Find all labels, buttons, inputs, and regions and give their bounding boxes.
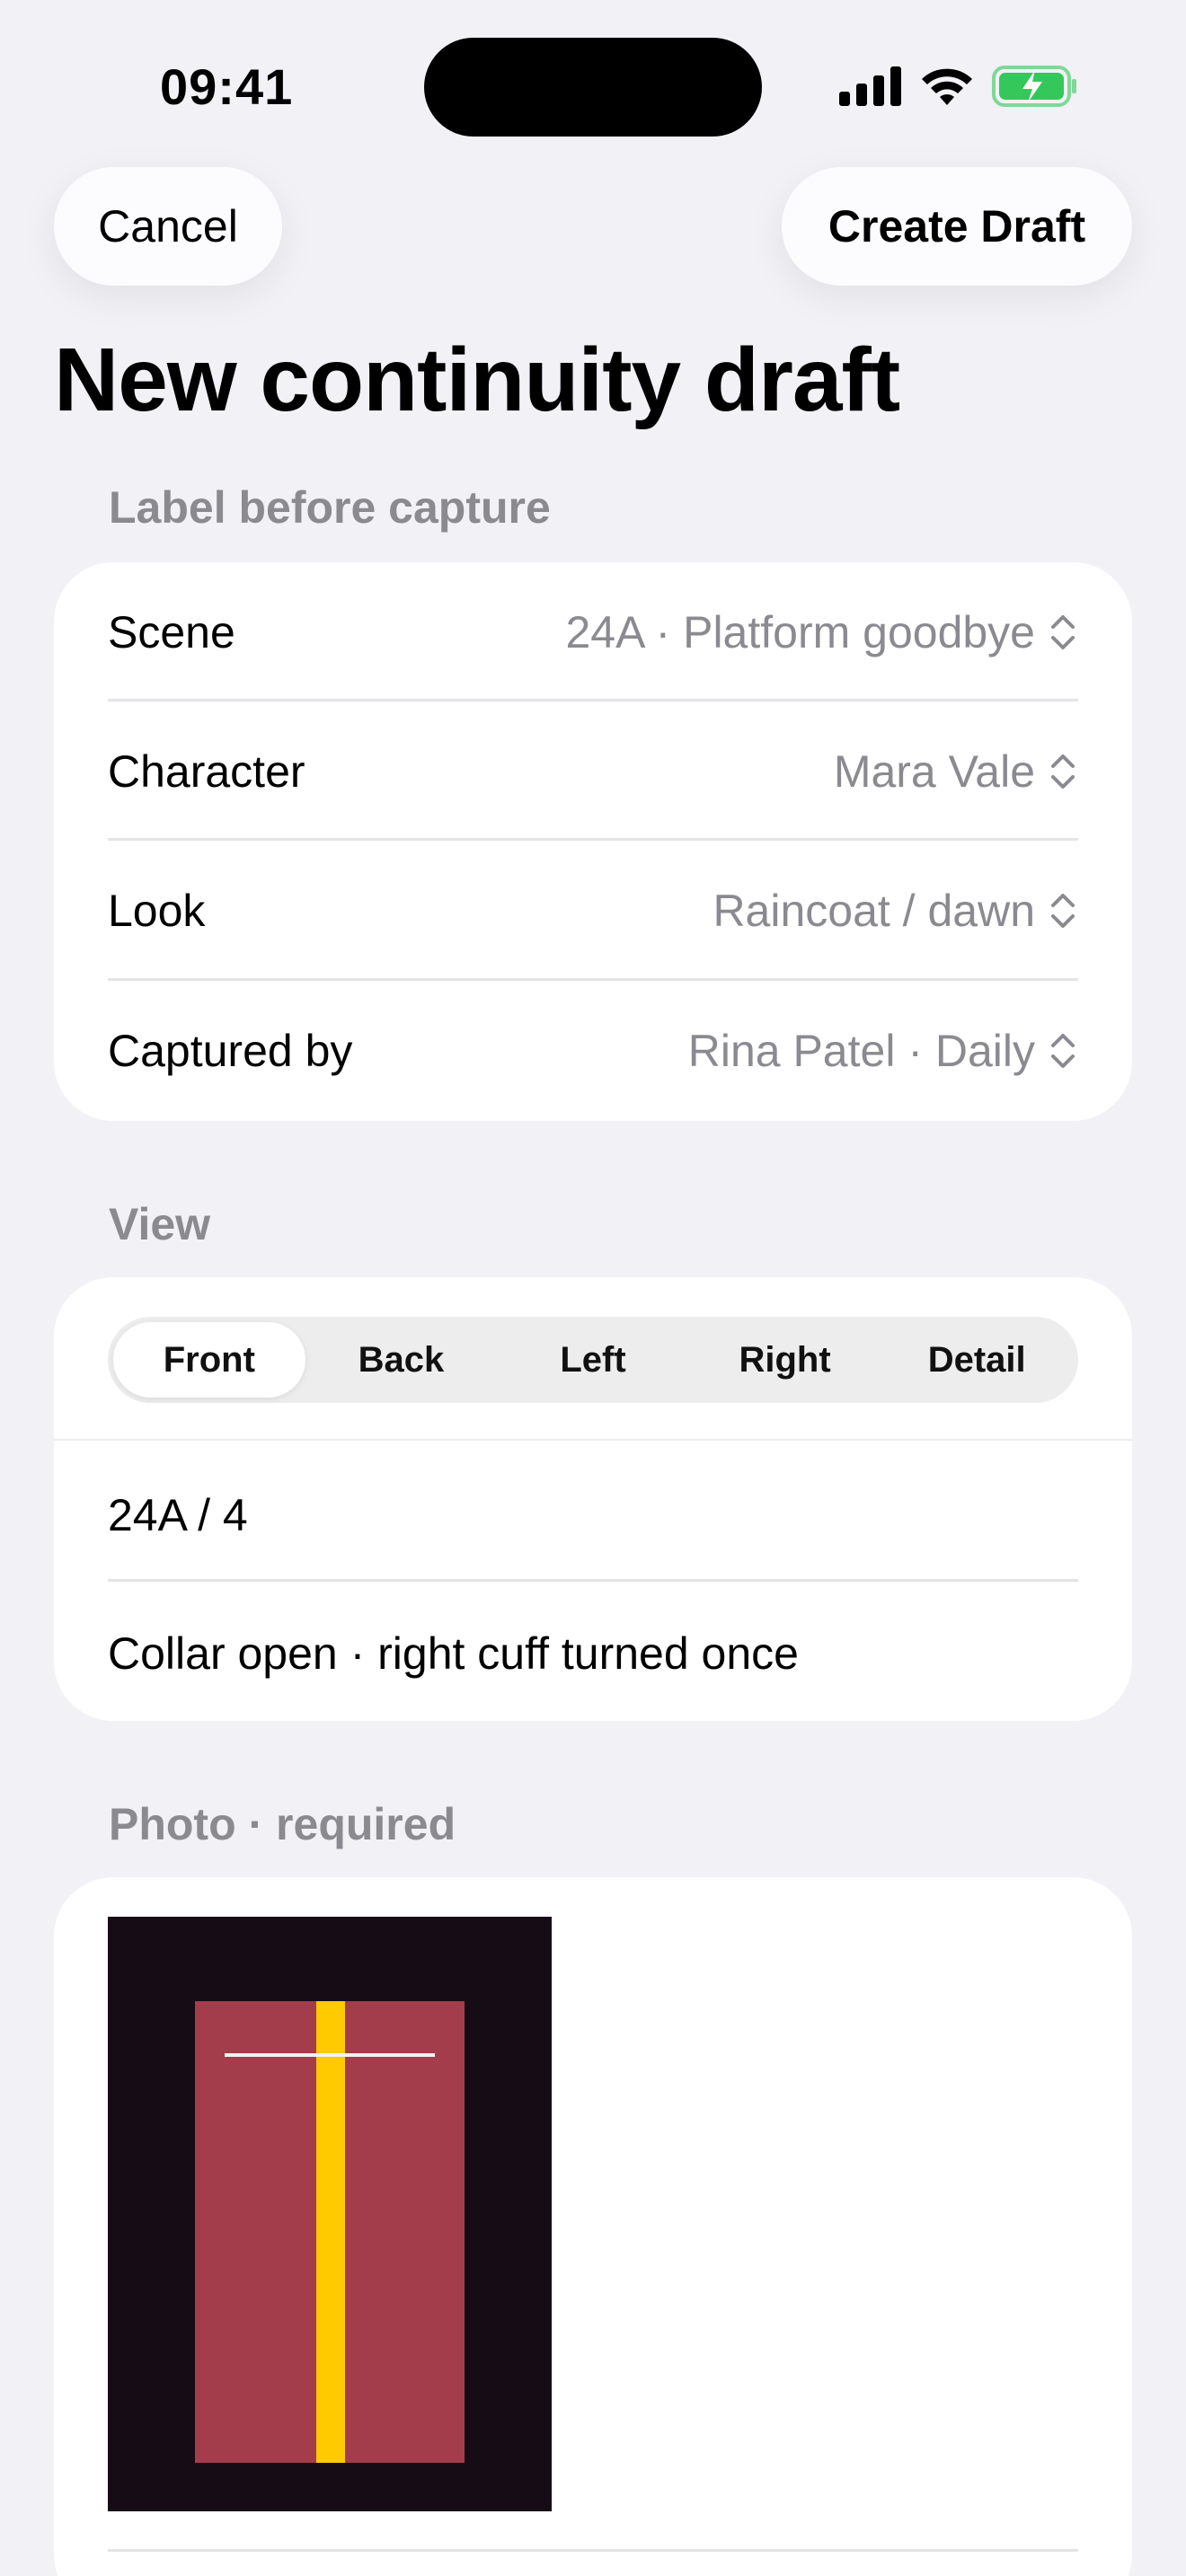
segment-left[interactable]: Left bbox=[497, 1322, 689, 1398]
label-card: Scene 24A · Platform goodbye Character M… bbox=[54, 562, 1132, 1121]
character-row[interactable]: Character Mara Vale bbox=[108, 701, 1078, 842]
scene-row[interactable]: Scene 24A · Platform goodbye bbox=[108, 562, 1078, 702]
continuity-note-field[interactable]: Collar open · right cuff turned once bbox=[108, 1628, 799, 1680]
divider bbox=[108, 2549, 1078, 2552]
segment-back[interactable]: Back bbox=[305, 1322, 498, 1398]
create-draft-button[interactable]: Create Draft bbox=[782, 167, 1132, 286]
character-label: Character bbox=[108, 746, 305, 797]
page-title: New continuity draft bbox=[54, 330, 900, 430]
character-value: Mara Vale bbox=[833, 746, 1035, 797]
wifi-icon bbox=[922, 68, 972, 105]
cancel-button[interactable]: Cancel bbox=[54, 167, 282, 286]
status-icons bbox=[839, 61, 1078, 111]
look-row[interactable]: Look Raincoat / dawn bbox=[108, 841, 1078, 981]
photo-card bbox=[54, 1877, 1132, 2576]
captured-by-row[interactable]: Captured by Rina Patel · Daily bbox=[108, 981, 1078, 1121]
segment-right[interactable]: Right bbox=[689, 1322, 881, 1398]
look-label: Look bbox=[108, 886, 206, 936]
section-header-photo: Photo · required bbox=[109, 1799, 456, 1849]
view-card: Front Back Left Right Detail 24A / 4 Col… bbox=[54, 1277, 1132, 1721]
scene-label: Scene bbox=[108, 607, 235, 657]
battery-charging-icon bbox=[992, 66, 1076, 107]
dynamic-island bbox=[424, 38, 762, 137]
garment-stripe bbox=[316, 2001, 345, 2463]
look-value: Raincoat / dawn bbox=[712, 886, 1035, 936]
divider bbox=[54, 1439, 1132, 1441]
scene-value: 24A · Platform goodbye bbox=[565, 607, 1035, 657]
status-time: 09:41 bbox=[160, 58, 294, 115]
collar-line bbox=[225, 2053, 435, 2057]
chevron-up-down-icon bbox=[1051, 894, 1075, 928]
divider bbox=[108, 1579, 1078, 1582]
captured-by-label: Captured by bbox=[108, 1026, 353, 1076]
chevron-up-down-icon bbox=[1051, 615, 1075, 649]
cellular-signal-icon bbox=[839, 66, 901, 106]
chevron-up-down-icon bbox=[1051, 754, 1075, 789]
chevron-up-down-icon bbox=[1051, 1034, 1075, 1068]
captured-by-value: Rina Patel · Daily bbox=[687, 1026, 1035, 1076]
shot-number-field[interactable]: 24A / 4 bbox=[108, 1489, 248, 1541]
section-header-label: Label before capture bbox=[109, 482, 551, 533]
segment-detail[interactable]: Detail bbox=[881, 1322, 1073, 1398]
segment-front[interactable]: Front bbox=[113, 1322, 305, 1398]
photo-thumbnail[interactable] bbox=[108, 1917, 552, 2511]
section-header-view: View bbox=[109, 1199, 211, 1249]
view-segmented-control: Front Back Left Right Detail bbox=[108, 1317, 1078, 1403]
